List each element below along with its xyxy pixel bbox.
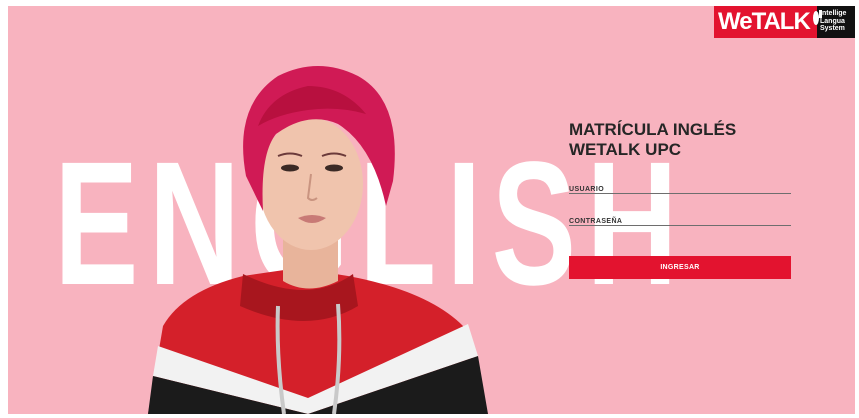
login-button[interactable]: INGRESAR [569, 256, 791, 279]
student-portrait-image [148, 66, 488, 414]
logo-tagline-line: Intellige [820, 10, 847, 17]
logo-brand-text: WeTALK [718, 8, 811, 35]
login-page: ENGLISH WeTALK Intellige Langua System M… [8, 6, 855, 414]
logo-tagline-line: System [820, 25, 845, 32]
logo-tagline: Intellige Langua System [817, 6, 855, 38]
wetalk-logo: WeTALK Intellige Langua System [714, 6, 855, 38]
password-input[interactable] [569, 210, 795, 227]
power-icon [812, 10, 822, 25]
form-title-line: WETALK UPC [569, 140, 682, 159]
logo-brand: WeTALK [714, 6, 822, 38]
form-title-line: MATRÍCULA INGLÉS [569, 120, 737, 139]
username-input[interactable] [569, 178, 795, 195]
username-field[interactable]: USUARIO [569, 178, 795, 195]
form-title: MATRÍCULA INGLÉS WETALK UPC [569, 120, 769, 160]
logo-tagline-line: Langua [820, 17, 845, 25]
password-field[interactable]: CONTRASEÑA [569, 210, 795, 227]
